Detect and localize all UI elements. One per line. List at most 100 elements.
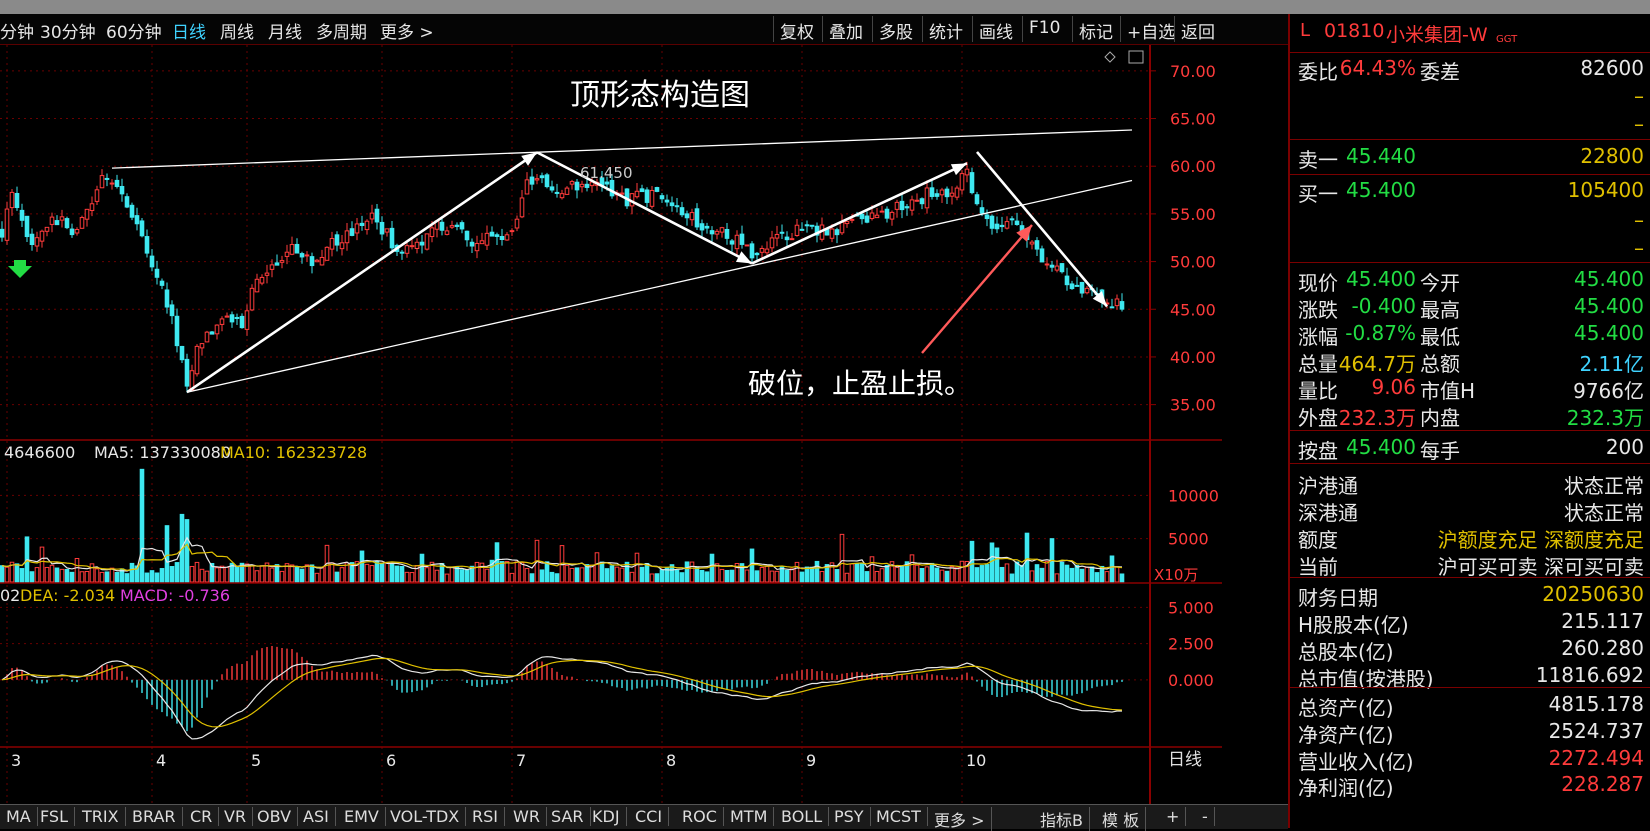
indicator-tab-1[interactable]: FSL xyxy=(34,807,75,826)
volume-bar xyxy=(74,558,80,583)
toolbar-button-4[interactable]: 画线 xyxy=(972,16,1019,43)
chart-area[interactable]: 70.0065.0060.0055.0050.0045.0040.0035.00… xyxy=(0,45,1288,804)
volume-bar xyxy=(769,570,775,583)
candle-body xyxy=(679,207,685,216)
indicator-tab-3[interactable]: BRAR xyxy=(126,807,183,826)
candle-body xyxy=(469,241,475,247)
quote-label-9: 涨幅 xyxy=(1298,325,1338,349)
indicator-tab-11[interactable]: WR xyxy=(507,807,547,826)
volume-ma5: MA5: 137330080 xyxy=(94,443,231,462)
quote-value-7: 45.400 xyxy=(1346,267,1416,291)
volume-bar xyxy=(984,564,990,583)
candle-body xyxy=(254,278,260,293)
indicator-tab-5[interactable]: VR xyxy=(218,807,254,826)
volume-bar xyxy=(564,564,570,583)
candle-body xyxy=(579,183,585,188)
volume-bar xyxy=(579,567,585,583)
period-tab-2[interactable]: 60分钟 xyxy=(106,18,162,43)
volume-bar xyxy=(184,519,190,583)
volume-bar xyxy=(434,569,440,583)
period-label: 日线 xyxy=(1168,750,1202,770)
volume-bar xyxy=(699,569,705,583)
candle-body xyxy=(604,181,610,185)
candle-body xyxy=(284,251,290,257)
volume-bar xyxy=(269,567,275,583)
volume-value: 4646600 xyxy=(4,443,75,462)
chart-corner-icons[interactable] xyxy=(1104,50,1144,64)
volume-bar xyxy=(89,563,95,583)
connect-value-0: 状态正常 xyxy=(1564,474,1644,498)
period-tab-3[interactable]: 日线 xyxy=(172,18,206,43)
indicator-tab-13[interactable]: KDJ xyxy=(586,807,627,826)
toolbar-button-0[interactable]: 复权 xyxy=(773,16,820,43)
toolbar-button-8[interactable]: 返回 xyxy=(1174,16,1221,43)
indicator-tab-2[interactable]: TRIX xyxy=(76,807,126,826)
toolbar-button-5[interactable]: F10 xyxy=(1022,16,1066,42)
indicator-tab-6[interactable]: OBV xyxy=(251,807,299,826)
candle-body xyxy=(729,240,735,245)
period-tab-6[interactable]: 多周期 xyxy=(316,18,367,43)
price-tick-label-6: 40.00 xyxy=(1170,348,1216,367)
indicator-tab-15[interactable]: ROC xyxy=(676,807,724,826)
indicator-tab-24[interactable]: - xyxy=(1196,807,1215,826)
toolbar-button-7[interactable]: +自选 xyxy=(1120,16,1181,43)
toolbar-button-6[interactable]: 标记 xyxy=(1072,16,1119,43)
quote-label2-10: 总额 xyxy=(1420,352,1460,376)
indicator-tab-10[interactable]: RSI xyxy=(466,807,505,826)
candle-body xyxy=(939,189,945,196)
indicator-tab-20[interactable]: 更多 > xyxy=(928,807,992,831)
indicator-tab-12[interactable]: SAR xyxy=(545,807,591,826)
indicator-tab-14[interactable]: CCI xyxy=(629,807,670,826)
indicator-tab-16[interactable]: MTM xyxy=(724,807,775,826)
quote-label-0: 委比 xyxy=(1298,60,1338,84)
period-tab-4[interactable]: 周线 xyxy=(220,18,254,43)
pattern-arrowhead-2 xyxy=(950,163,967,176)
finance-row-7: 净利润(亿) 228.287 xyxy=(1290,772,1650,800)
candle-body xyxy=(619,192,625,195)
candle-body xyxy=(959,173,965,191)
toolbar-button-3[interactable]: 统计 xyxy=(922,16,969,43)
indicator-tab-21[interactable]: 指标B xyxy=(1034,807,1090,831)
indicator-tab-22[interactable]: 模 板 xyxy=(1096,807,1147,831)
volume-bar xyxy=(759,566,765,583)
period-tab-1[interactable]: 30分钟 xyxy=(40,18,96,43)
quote-separator-1 xyxy=(1290,139,1650,140)
candle-body xyxy=(719,227,725,233)
indicator-tab-0[interactable]: MA xyxy=(0,807,38,826)
indicator-tab-18[interactable]: PSY xyxy=(828,807,871,826)
month-label-7: 10 xyxy=(966,751,986,770)
period-tab-5[interactable]: 月线 xyxy=(268,18,302,43)
connect-row-3: 当前 沪可买可卖 深可买可卖 xyxy=(1290,551,1650,579)
candle-body xyxy=(349,228,355,236)
period-tab-7[interactable]: 更多 > xyxy=(380,18,434,43)
indicator-tab-8[interactable]: EMV xyxy=(338,807,386,826)
volume-bar xyxy=(1079,568,1085,583)
diamond-icon[interactable] xyxy=(1104,51,1116,63)
volume-bar xyxy=(109,567,115,583)
candle-body xyxy=(269,264,275,270)
volume-bar xyxy=(454,566,460,583)
price-tick-label-4: 50.00 xyxy=(1170,253,1216,272)
candle-body xyxy=(389,227,395,249)
toolbar-button-1[interactable]: 叠加 xyxy=(822,16,869,43)
period-tab-0[interactable]: 分钟 xyxy=(0,18,34,43)
quote-label-7: 现价 xyxy=(1298,271,1338,295)
candle-body xyxy=(914,199,920,202)
indicator-tab-4[interactable]: CR xyxy=(184,807,220,826)
candle-body xyxy=(904,206,910,209)
indicator-tab-17[interactable]: BOLL xyxy=(775,807,830,826)
indicator-tab-23[interactable]: + xyxy=(1160,807,1187,826)
quote-value-9: -0.87% xyxy=(1345,321,1416,345)
volume-bar xyxy=(1044,561,1050,583)
connect-label-0: 沪港通 xyxy=(1298,474,1358,498)
indicator-tab-9[interactable]: VOL-TDX xyxy=(384,807,467,826)
toolbar-button-2[interactable]: 多股 xyxy=(872,16,919,43)
candle-body xyxy=(709,230,715,235)
candle-body xyxy=(114,179,120,187)
quote-separator-7 xyxy=(1290,687,1650,688)
panel-toggle-icon[interactable] xyxy=(1128,50,1144,64)
indicator-tab-19[interactable]: MCST xyxy=(870,807,928,826)
volume-bar xyxy=(909,554,915,583)
indicator-tab-7[interactable]: ASI xyxy=(297,807,336,826)
quote-value2-9: 45.400 xyxy=(1574,321,1644,345)
